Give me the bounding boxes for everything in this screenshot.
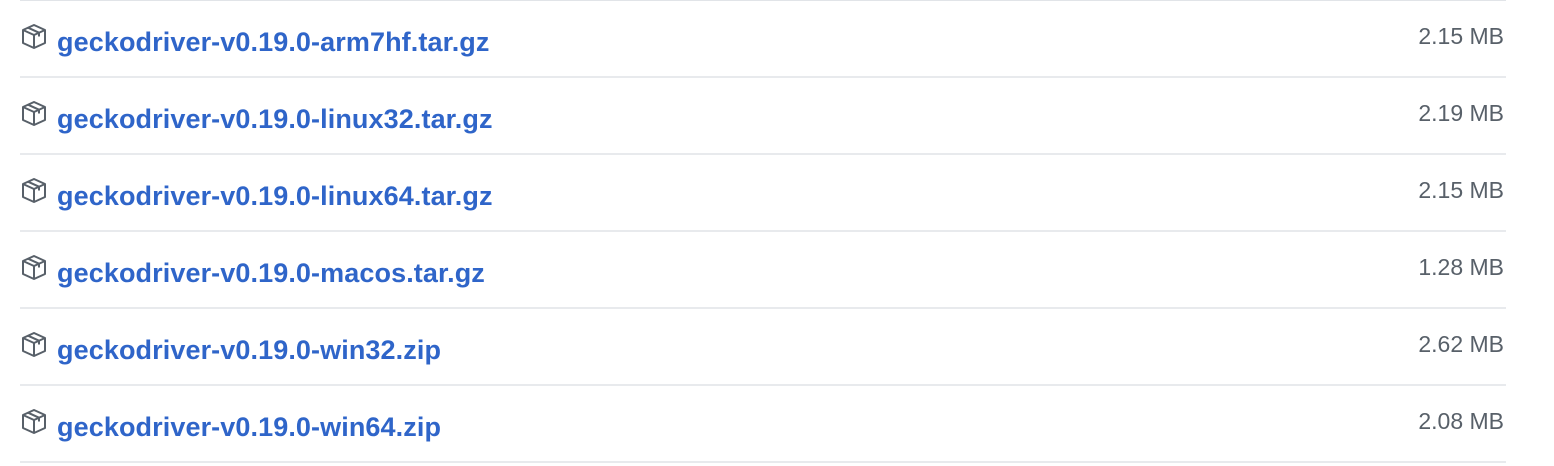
asset-download-link[interactable]: geckodriver-v0.19.0-linux32.tar.gz: [57, 102, 493, 136]
asset-row: geckodriver-v0.19.0-linux64.tar.gz 2.15 …: [20, 155, 1506, 232]
asset-download-link[interactable]: geckodriver-v0.19.0-linux64.tar.gz: [57, 179, 493, 213]
asset-size: 2.15 MB: [1418, 23, 1504, 49]
package-icon: [20, 100, 48, 126]
asset-download-link[interactable]: geckodriver-v0.19.0-win64.zip: [57, 410, 441, 444]
asset-row: geckodriver-v0.19.0-macos.tar.gz 1.28 MB: [20, 232, 1506, 309]
asset-size: 2.08 MB: [1418, 408, 1504, 434]
asset-row: geckodriver-v0.19.0-linux32.tar.gz 2.19 …: [20, 78, 1506, 155]
release-assets-list: geckodriver-v0.19.0-arm7hf.tar.gz 2.15 M…: [20, 0, 1506, 463]
package-icon: [20, 331, 48, 357]
asset-download-link[interactable]: geckodriver-v0.19.0-win32.zip: [57, 333, 441, 367]
asset-download-link[interactable]: geckodriver-v0.19.0-macos.tar.gz: [57, 256, 485, 290]
asset-download-link[interactable]: geckodriver-v0.19.0-arm7hf.tar.gz: [57, 25, 490, 59]
package-icon: [20, 23, 48, 49]
asset-size: 1.28 MB: [1418, 254, 1504, 280]
asset-size: 2.19 MB: [1418, 100, 1504, 126]
package-icon: [20, 177, 48, 203]
asset-size: 2.62 MB: [1418, 331, 1504, 357]
asset-size: 2.15 MB: [1418, 177, 1504, 203]
package-icon: [20, 408, 48, 434]
asset-row: geckodriver-v0.19.0-win32.zip 2.62 MB: [20, 309, 1506, 386]
asset-row: geckodriver-v0.19.0-win64.zip 2.08 MB: [20, 386, 1506, 463]
package-icon: [20, 254, 48, 280]
asset-row: geckodriver-v0.19.0-arm7hf.tar.gz 2.15 M…: [20, 1, 1506, 78]
